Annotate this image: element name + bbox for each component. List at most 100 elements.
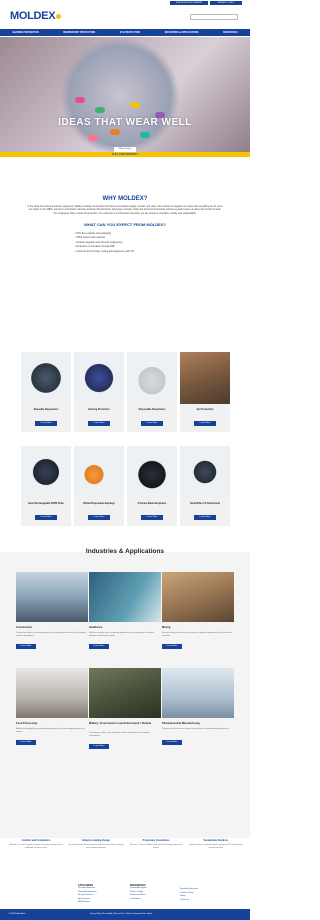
product-label: Reusable Respirators — [33, 408, 59, 411]
value-desc: At Moldex, we strive to provide respirat… — [9, 844, 63, 849]
pharmaceutical-image — [162, 668, 234, 718]
bottom-bar: © 2024 Moldex-Metric Privacy Policy | Ac… — [0, 909, 250, 920]
industry-desc: Construction workers face many respirato… — [16, 632, 86, 637]
where-to-buy-button[interactable]: WHERE TO BUY — [210, 1, 242, 5]
product-card: Eye Protection Learn More — [180, 352, 230, 432]
learn-more-button[interactable]: Learn More — [162, 740, 182, 745]
footer-col-references: REFERENCES Sustainability Report Product… — [130, 885, 146, 901]
industry-desc: Pharmaceutical workers are exposed to pa… — [162, 728, 229, 730]
full-line-bar[interactable]: FULL LINE PRODUCT — [0, 152, 250, 157]
search-input[interactable] — [190, 14, 238, 20]
earplug-image — [88, 135, 98, 141]
moldex-logo[interactable]: MOLDEX — [10, 10, 62, 22]
product-card: Reusable Respirators Learn More — [21, 352, 71, 432]
value-item: Industry-Leading Design Our product line… — [68, 839, 124, 849]
learn-more-button[interactable]: Learn More — [88, 421, 110, 426]
learn-more-button[interactable]: Learn More — [35, 515, 57, 520]
industry-card: Pharmaceutical Manufacturing Pharmaceuti… — [162, 668, 234, 758]
logo-dot-icon — [56, 14, 62, 19]
learn-more-button[interactable]: Learn More — [35, 421, 57, 426]
learn-more-button[interactable]: Learn More — [16, 740, 36, 745]
product-label: Eye Protection — [196, 408, 214, 411]
earplug-image — [130, 102, 140, 108]
industry-title: Mining — [162, 626, 171, 629]
nav-resources[interactable]: RESOURCES — [223, 32, 238, 34]
list-item: Customer first focusing, touring and eng… — [75, 250, 133, 254]
learn-more-button[interactable]: Learn More — [16, 644, 36, 649]
value-desc: Moldex has been a sustainable leader, wo… — [189, 844, 243, 849]
earplugs-image — [74, 446, 124, 498]
product-card: Semi-Rechargeable PAPR Filter Learn More — [21, 446, 71, 526]
legal-links[interactable]: Privacy Policy | Accessibility | Terms o… — [90, 913, 152, 915]
footer-link[interactable]: Certifications — [130, 898, 146, 902]
value-item: Sustainable Solutions Moldex has been a … — [188, 839, 244, 849]
industry-desc: Healthcare workers rely on respiratory p… — [89, 632, 155, 637]
value-item: Comfort and Compliance At Moldex, we str… — [8, 839, 64, 849]
why-heading: WHY MOLDEX? — [102, 196, 148, 202]
industry-card: Healthcare Healthcare workers rely on re… — [89, 572, 161, 662]
footer-link[interactable]: Safety Data Sheets — [130, 894, 146, 898]
smartfilter-image — [180, 446, 230, 498]
find-dealer-button[interactable]: FIND A MOLDEX DEALER — [170, 1, 208, 5]
hero-jar-image — [60, 37, 180, 155]
industry-title: Healthcare — [89, 626, 103, 629]
earplug-image — [75, 97, 85, 103]
product-label: Disposable Respirators — [138, 408, 166, 411]
product-label: Semi-Rechargeable PAPR Filter — [28, 502, 64, 505]
industry-title: Food Processing — [16, 722, 38, 725]
healthcare-image — [89, 572, 161, 622]
product-card: Rolled Disposable Earplugs Learn More — [74, 446, 124, 526]
industry-title: Pharmaceutical Manufacturing — [162, 722, 200, 725]
construction-image — [16, 572, 88, 622]
footer-link[interactable]: Sustainability Report — [130, 887, 146, 891]
earplug-image — [95, 107, 105, 113]
learn-more-button[interactable]: Learn More — [194, 515, 216, 520]
value-title: Industry-Leading Design — [81, 839, 111, 842]
why-paragraph: In the midst of personal protective equi… — [27, 206, 223, 215]
industry-desc: Moldex has designed hearing and respirat… — [16, 728, 85, 733]
earplug-image — [140, 132, 150, 138]
value-title: Comfort and Compliance — [21, 839, 51, 842]
expect-heading: WHAT CAN YOU EXPECT FROM MOLDEX? — [84, 222, 166, 227]
product-label: SmartFilter Fit Attachment — [190, 502, 220, 505]
product-label: Hearing Protection — [88, 408, 110, 411]
eye-protection-image — [180, 352, 230, 404]
industry-desc: Protecting our soldiers, first responder… — [89, 732, 150, 737]
industry-card: Food Processing Moldex has designed hear… — [16, 668, 88, 758]
learn-more-button[interactable]: Learn More — [88, 515, 110, 520]
nav-respiratory[interactable]: RESPIRATORY PROTECTION — [63, 32, 95, 34]
product-label: N Series Mask Respirator — [137, 502, 167, 505]
footer-link[interactable]: PAPR Systems — [78, 901, 97, 905]
industry-title: Construction — [16, 626, 33, 629]
papr-filter-image — [21, 446, 71, 498]
hero-title: IDEAS THAT WEAR WELL — [58, 117, 192, 128]
learn-more-button[interactable]: Learn More — [141, 515, 163, 520]
footer-col-more: Regulatory Information Literature Librar… — [180, 888, 198, 902]
top-bar: FIND A MOLDEX DEALER WHERE TO BUY — [0, 0, 250, 6]
industry-title: Military / Government / Law Enforcement … — [89, 722, 151, 725]
value-title: Proprietary Innovations — [142, 839, 170, 842]
industries-heading: Industries & Applications — [85, 548, 165, 555]
nav-eye[interactable]: EYE PROTECTION — [120, 32, 140, 34]
learn-more-button[interactable]: Learn More — [162, 644, 182, 649]
page: FIND A MOLDEX DEALER WHERE TO BUY MOLDEX… — [0, 0, 250, 920]
hero-banner: IDEAS THAT WEAR WELL Watch Video — [0, 37, 250, 155]
footer-link[interactable]: Reusable Respirators — [78, 887, 97, 891]
earplug-image — [110, 129, 120, 135]
footer-link[interactable]: Contact Us — [180, 899, 198, 903]
nav-industries[interactable]: INDUSTRIES & APPLICATIONS — [165, 32, 199, 34]
product-label: Rolled Disposable Earplugs — [83, 502, 115, 505]
learn-more-button[interactable]: Learn More — [194, 421, 216, 426]
nav-hearing[interactable]: HEARING PROTECTION — [12, 32, 38, 34]
learn-more-button[interactable]: Learn More — [141, 421, 163, 426]
footer-col-categories: CATEGORIES Reusable Respirators Disposab… — [78, 885, 97, 905]
value-title: Sustainable Solutions — [203, 839, 229, 842]
learn-more-button[interactable]: Learn More — [89, 644, 109, 649]
mining-image — [162, 572, 234, 622]
learn-more-button[interactable]: Learn More — [89, 744, 109, 749]
food-processing-image — [16, 668, 88, 718]
product-card: Disposable Respirators Learn More — [127, 352, 177, 432]
footer-link[interactable]: Regulatory Information — [180, 888, 198, 892]
main-nav: HEARING PROTECTION RESPIRATORY PROTECTIO… — [0, 29, 250, 36]
industry-desc: From ore mining to tunnel boring, worker… — [162, 632, 233, 637]
